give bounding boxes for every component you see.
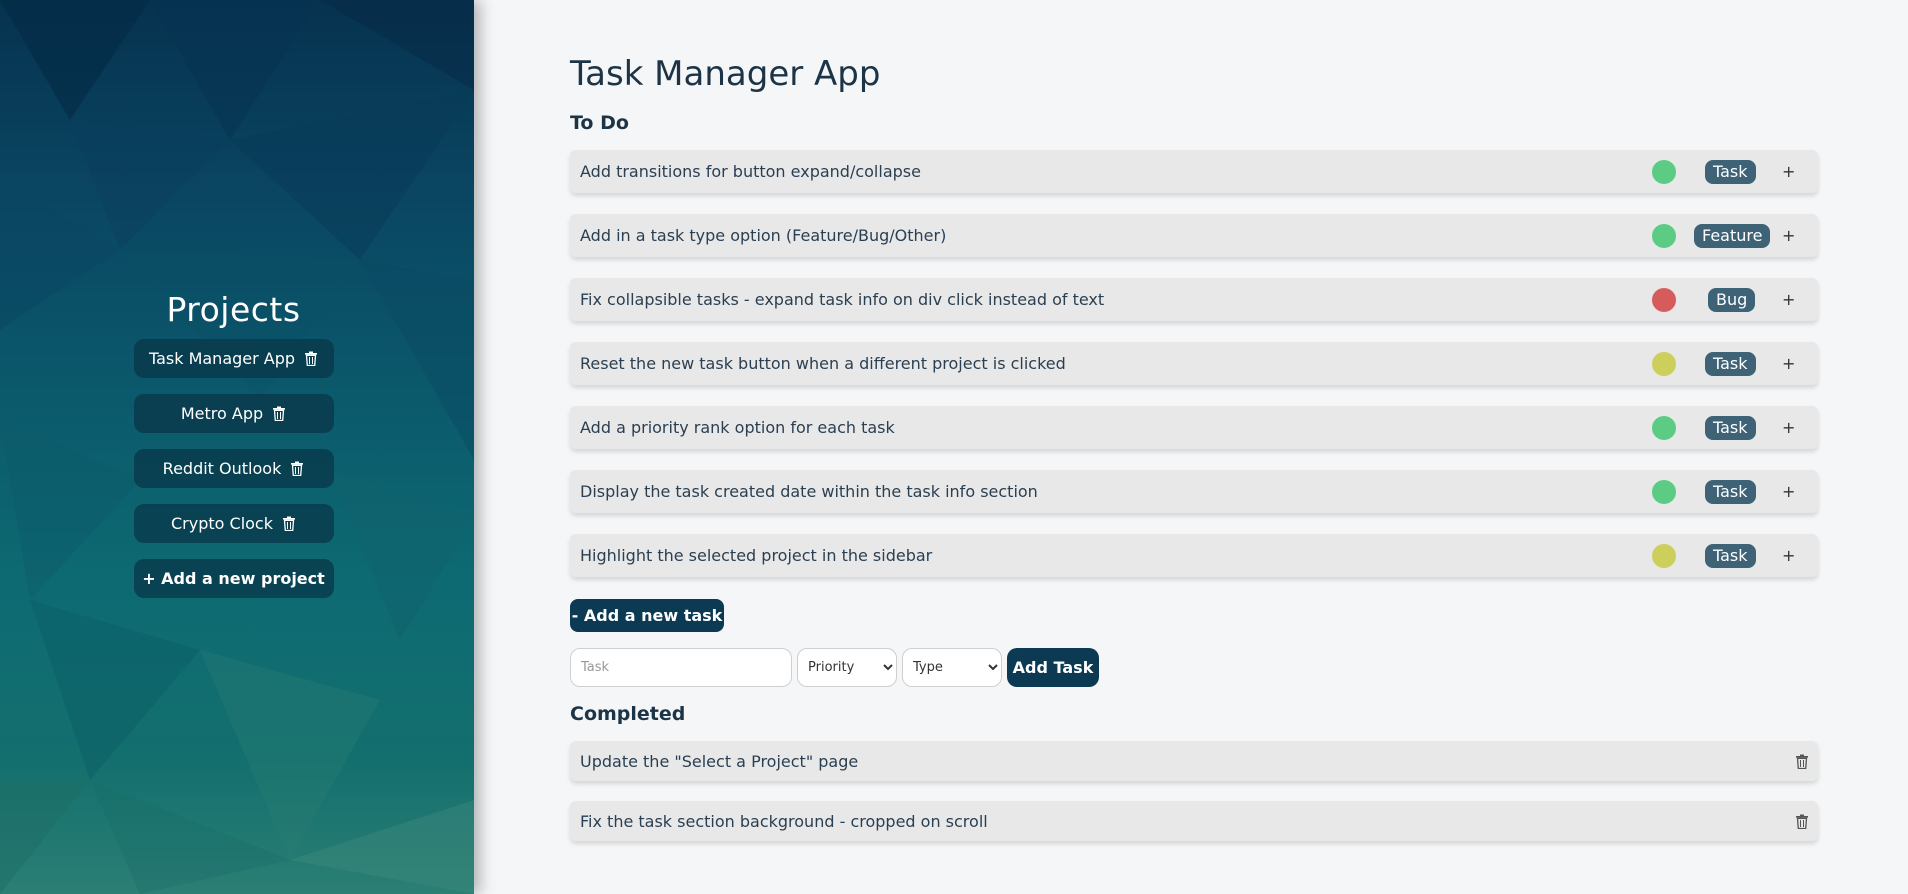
expand-button[interactable]: + [1782,162,1795,181]
task-text[interactable]: Highlight the selected project in the si… [580,546,932,565]
task-text[interactable]: Reset the new task button when a differe… [580,354,1066,373]
expand-button[interactable]: + [1782,290,1795,309]
completed-heading: Completed [570,703,686,725]
task-row[interactable]: Add in a task type option (Feature/Bug/O… [570,214,1818,257]
trash-icon[interactable] [290,461,304,476]
priority-dot [1652,159,1676,184]
task-row[interactable]: Reset the new task button when a differe… [570,342,1818,385]
priority-dot [1652,223,1676,248]
page-title: Task Manager App [570,54,881,94]
expand-button[interactable]: + [1782,354,1795,373]
task-row[interactable]: Add a priority rank option for each task… [570,406,1818,449]
task-type-badge: Feature [1694,223,1771,248]
project-label: Metro App [180,404,264,423]
project-label: Crypto Clock [171,514,273,533]
trash-icon[interactable] [304,351,318,366]
task-type-badge: Bug [1708,287,1756,312]
task-type-badge: Task [1705,479,1756,504]
task-input[interactable] [570,648,792,687]
completed-task-row[interactable]: Fix the task section background - croppe… [570,801,1818,841]
task-row[interactable]: Add transitions for button expand/collap… [570,150,1818,193]
task-row[interactable]: Display the task created date within the… [570,470,1818,513]
priority-dot [1652,287,1676,312]
task-text[interactable]: Add in a task type option (Feature/Bug/O… [580,226,946,245]
expand-button[interactable]: + [1782,546,1795,565]
add-task-button[interactable]: Add Task [1007,648,1099,687]
trash-icon[interactable] [282,516,296,531]
trash-icon[interactable] [1795,814,1809,829]
type-select[interactable]: Type [902,648,1002,687]
expand-button[interactable]: + [1782,482,1795,501]
task-text[interactable]: Add transitions for button expand/collap… [580,162,921,181]
trash-icon[interactable] [272,406,286,421]
project-item-task-manager-app[interactable]: Task Manager App [133,339,334,378]
task-text: Update the "Select a Project" page [580,751,859,771]
project-label: Reddit Outlook [162,459,282,478]
add-project-button[interactable]: + Add a new project [133,559,334,598]
priority-dot [1652,415,1676,440]
task-type-badge: Task [1705,159,1756,184]
new-task-form: Priority Type Add Task [570,648,1099,687]
project-item-reddit-outlook[interactable]: Reddit Outlook [133,449,334,488]
task-type-badge: Task [1705,415,1756,440]
project-item-crypto-clock[interactable]: Crypto Clock [133,504,334,543]
expand-button[interactable]: + [1782,418,1795,437]
completed-task-row[interactable]: Update the "Select a Project" page [570,741,1818,781]
trash-icon[interactable] [1795,754,1809,769]
task-row[interactable]: Fix collapsible tasks - expand task info… [570,278,1818,321]
toggle-new-task-button[interactable]: - Add a new task [570,599,724,632]
priority-dot [1652,543,1676,568]
task-text: Fix the task section background - croppe… [580,811,988,831]
task-text[interactable]: Fix collapsible tasks - expand task info… [580,290,1104,309]
task-type-badge: Task [1705,351,1756,376]
projects-heading: Projects [166,290,301,329]
todo-heading: To Do [570,112,629,134]
task-row[interactable]: Highlight the selected project in the si… [570,534,1818,577]
expand-button[interactable]: + [1782,226,1795,245]
project-label: Task Manager App [148,349,296,368]
sidebar: Projects Task Manager App Metro App Redd… [0,0,474,894]
project-item-metro-app[interactable]: Metro App [133,394,334,433]
task-type-badge: Task [1705,543,1756,568]
priority-dot [1652,479,1676,504]
priority-dot [1652,351,1676,376]
priority-select[interactable]: Priority [797,648,897,687]
project-list: Projects Task Manager App Metro App Redd… [0,290,467,614]
task-text[interactable]: Display the task created date within the… [580,482,1038,501]
task-text[interactable]: Add a priority rank option for each task [580,418,895,437]
